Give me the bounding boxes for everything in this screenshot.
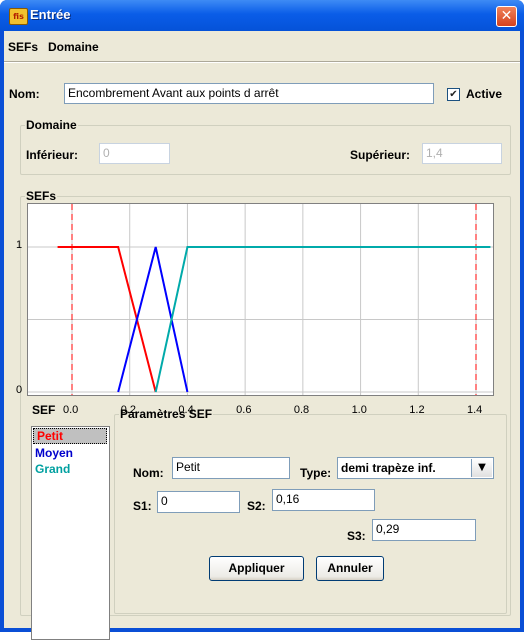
close-button[interactable]: ✕ [496, 6, 517, 27]
chart-svg [28, 204, 493, 395]
s1-label: S1: [133, 499, 152, 513]
sefs-group-title: SEFs [25, 189, 58, 203]
checkmark-icon: ✔ [449, 89, 458, 100]
sef-item-moyen[interactable]: Moyen [32, 445, 109, 461]
membership-function-plot [27, 203, 494, 396]
window-title: Entrée [30, 7, 71, 22]
x-tick-label: 1.2 [409, 404, 425, 416]
sef-type-value: demi trapèze inf. [341, 461, 436, 475]
dropdown-arrow-icon[interactable]: ▼ [471, 459, 492, 477]
active-checkbox[interactable]: ✔ [447, 88, 460, 101]
domain-group-title: Domaine [25, 118, 78, 132]
sef-name-label: Nom: [133, 466, 164, 480]
y-tick-label: 1 [16, 239, 23, 251]
x-tick-label: 0.6 [236, 404, 252, 416]
parameters-group: Paramètres SEF [114, 407, 507, 614]
apply-button[interactable]: Appliquer [209, 556, 304, 581]
s2-field[interactable]: 0,16 [272, 489, 375, 511]
sef-type-label: Type: [300, 466, 332, 480]
cancel-button[interactable]: Annuler [316, 556, 384, 581]
name-label: Nom: [9, 87, 40, 101]
upper-bound-field[interactable]: 1,4 [422, 143, 502, 164]
menu-separator [4, 61, 520, 63]
sef-list-title: SEF [31, 403, 57, 417]
fis-app-icon: fis [9, 8, 28, 25]
lower-bound-field[interactable]: 0 [99, 143, 170, 164]
name-field[interactable]: Encombrement Avant aux points d arrêt [64, 83, 434, 104]
close-icon: ✕ [500, 8, 513, 24]
sef-item-grand[interactable]: Grand [32, 461, 109, 477]
title-bar[interactable]: fis Entrée ✕ [0, 0, 524, 31]
s3-label: S3: [347, 529, 366, 543]
sef-type-select[interactable]: demi trapèze inf. ▼ [337, 457, 494, 479]
menu-domaine[interactable]: Domaine [48, 40, 99, 54]
x-tick-label: 0.4 [178, 404, 194, 416]
lower-bound-label: Inférieur: [26, 148, 79, 162]
menu-sefs[interactable]: SEFs [8, 40, 38, 54]
upper-bound-label: Supérieur: [350, 148, 411, 162]
x-tick-label: 1.4 [467, 404, 483, 416]
s3-field[interactable]: 0,29 [372, 519, 476, 541]
x-tick-label: 0.0 [63, 404, 79, 416]
sef-item-petit[interactable]: Petit [33, 428, 107, 444]
x-tick-label: 0.2 [120, 404, 136, 416]
sef-list[interactable]: Petit Moyen Grand [31, 426, 110, 640]
sef-name-field[interactable]: Petit [172, 457, 290, 479]
active-label: Active [466, 87, 503, 101]
dialog-window: fis Entrée ✕ SEFs Domaine Nom: Encombrem… [0, 0, 524, 640]
s1-field[interactable]: 0 [157, 491, 240, 513]
dialog-content: SEFs Domaine Nom: Encombrement Avant aux… [4, 31, 520, 640]
y-tick-label: 0 [16, 384, 23, 396]
x-tick-label: 1.0 [351, 404, 367, 416]
s2-label: S2: [247, 499, 266, 513]
x-tick-label: 0.8 [293, 404, 310, 416]
